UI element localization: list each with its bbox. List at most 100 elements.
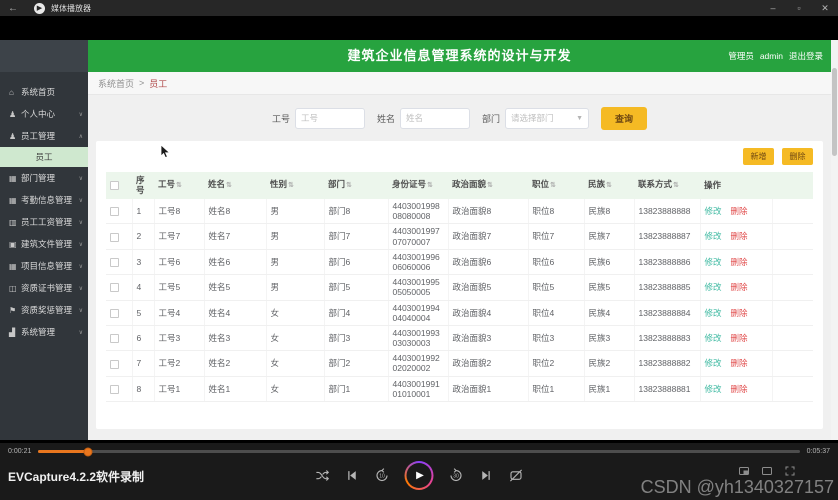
select-all-checkbox[interactable]: [110, 180, 119, 190]
row-checkbox[interactable]: [110, 359, 119, 369]
seek-bar[interactable]: [38, 447, 800, 456]
cell-gender: 男: [266, 274, 325, 301]
sidebar-item-salary-mgmt[interactable]: ▥ 员工工资管理 ∨: [0, 211, 88, 233]
sidebar-item-home[interactable]: ⌂ 系统首页: [0, 81, 88, 103]
row-checkbox[interactable]: [110, 207, 119, 217]
row-checkbox[interactable]: [110, 258, 119, 268]
sort-icon[interactable]: ⇅: [176, 182, 182, 189]
delete-button[interactable]: 删除: [782, 148, 813, 165]
name-input[interactable]: [400, 107, 470, 129]
dept-select[interactable]: 请选择部门 ▼: [505, 107, 590, 129]
row-checkbox[interactable]: [110, 232, 119, 242]
col-header-political[interactable]: 政治面貌⇅: [448, 172, 528, 199]
next-track-icon[interactable]: [479, 468, 494, 483]
empno-input[interactable]: [294, 107, 365, 129]
repeat-off-icon[interactable]: [509, 468, 524, 483]
user-icon: ♟: [9, 109, 17, 119]
sidebar-item-attendance-mgmt[interactable]: ▦ 考勤信息管理 ∨: [0, 189, 88, 211]
sort-icon[interactable]: ⇅: [226, 182, 232, 189]
sort-icon[interactable]: ⇅: [673, 182, 679, 189]
sort-icon[interactable]: ⇅: [606, 182, 612, 189]
edit-link[interactable]: 修改: [705, 231, 722, 241]
fullscreen-icon[interactable]: [784, 465, 796, 477]
cell-emp_no: 工号3: [154, 325, 205, 352]
delete-link[interactable]: 删除: [731, 358, 748, 368]
media-player-logo-icon: ▶: [34, 2, 45, 14]
cell-position: 职位6: [528, 249, 585, 276]
sidebar-item-profile[interactable]: ♟ 个人中心 ∨: [0, 103, 88, 125]
sidebar-item-reward-mgmt[interactable]: ⚑ 资质奖惩管理 ∨: [0, 299, 88, 321]
delete-link[interactable]: 删除: [731, 206, 748, 216]
col-header-emp_no[interactable]: 工号⇅: [154, 172, 204, 199]
col-header-position[interactable]: 职位⇅: [528, 172, 584, 199]
sidebar-subitem-employee[interactable]: 员工: [0, 147, 88, 167]
cell-actions: 修改 删除: [700, 376, 773, 403]
scrollbar[interactable]: [831, 40, 838, 440]
cell-ethnic: 民族2: [584, 350, 635, 377]
edit-link[interactable]: 修改: [705, 257, 722, 267]
sort-icon[interactable]: ⇅: [487, 182, 493, 189]
delete-link[interactable]: 删除: [731, 384, 748, 394]
edit-link[interactable]: 修改: [705, 384, 722, 394]
cell-ethnic: 民族3: [584, 325, 635, 352]
row-checkbox[interactable]: [110, 334, 119, 344]
col-header-id_card[interactable]: 身份证号⇅: [388, 172, 448, 199]
col-header-dept[interactable]: 部门⇅: [324, 172, 388, 199]
previous-track-icon[interactable]: [345, 468, 360, 483]
back-icon[interactable]: ←: [0, 3, 26, 14]
col-header-gender[interactable]: 性别⇅: [266, 172, 324, 199]
minimize-button[interactable]: –: [760, 0, 786, 16]
edit-link[interactable]: 修改: [705, 358, 722, 368]
delete-link[interactable]: 删除: [731, 257, 748, 267]
row-checkbox[interactable]: [110, 384, 119, 394]
query-button[interactable]: 查询: [601, 106, 648, 130]
cell-dept: 部门6: [324, 249, 389, 276]
cell-ethnic: 民族6: [584, 249, 635, 276]
col-header-name[interactable]: 姓名⇅: [204, 172, 266, 199]
col-header-ethnic[interactable]: 民族⇅: [584, 172, 634, 199]
sort-icon[interactable]: ⇅: [346, 182, 352, 189]
employee-table-header-row: 序号 工号⇅ 姓名⇅ 性别⇅ 部门⇅ 身份证号⇅ 政治面貌⇅ 职位⇅ 民族⇅ 联系方式⇅ 操作: [106, 172, 813, 199]
forward-30-icon[interactable]: 30: [449, 468, 464, 483]
play-button[interactable]: ▶: [404, 461, 434, 490]
miniplayer-icon[interactable]: [738, 465, 750, 477]
sidebar-item-employee-mgmt[interactable]: ♟ 员工管理 ∧: [0, 125, 88, 147]
cell-political: 政治面貌8: [448, 199, 529, 225]
rewind-10-icon[interactable]: 10: [375, 468, 390, 483]
breadcrumb-root[interactable]: 系统首页: [98, 77, 134, 90]
edit-link[interactable]: 修改: [705, 206, 722, 216]
delete-link[interactable]: 删除: [731, 282, 748, 292]
sort-icon[interactable]: ⇅: [550, 182, 556, 189]
delete-link[interactable]: 删除: [731, 308, 748, 318]
table-row: 8 工号1 姓名1 女部门1 440300199101010001 政治面貌1 职位1 民族1…: [106, 376, 813, 403]
col-header-phone[interactable]: 联系方式⇅: [634, 172, 700, 199]
cast-icon[interactable]: [761, 465, 773, 477]
maximize-button[interactable]: ▫: [786, 0, 812, 16]
shuffle-icon[interactable]: [315, 468, 330, 483]
sidebar-item-certificate-mgmt[interactable]: ◫ 资质证书管理 ∨: [0, 277, 88, 299]
delete-link[interactable]: 删除: [731, 231, 748, 241]
sidebar-item-department-mgmt[interactable]: ▦ 部门管理 ∨: [0, 167, 88, 189]
close-button[interactable]: ✕: [812, 0, 838, 16]
cell-political: 政治面貌4: [448, 300, 529, 326]
sidebar-item-project-mgmt[interactable]: ▦ 项目信息管理 ∨: [0, 255, 88, 277]
edit-link[interactable]: 修改: [705, 333, 722, 343]
sort-icon[interactable]: ⇅: [427, 182, 433, 189]
current-time: 0:00:21: [8, 448, 32, 455]
seek-handle[interactable]: [83, 447, 93, 456]
delete-link[interactable]: 删除: [731, 333, 748, 343]
cell-phone: 13823888881: [634, 376, 701, 403]
sidebar-item-document-mgmt[interactable]: ▣ 建筑文件管理 ∨: [0, 233, 88, 255]
sidebar-item-system-mgmt[interactable]: ▟ 系统管理 ∨: [0, 321, 88, 343]
sort-icon[interactable]: ⇅: [288, 182, 294, 189]
scrollbar-thumb[interactable]: [832, 68, 837, 156]
edit-link[interactable]: 修改: [705, 282, 722, 292]
row-checkbox[interactable]: [110, 308, 119, 318]
cell-actions: 修改 删除: [700, 350, 773, 377]
cell-id_card: 440300199404040004: [388, 300, 449, 326]
add-button[interactable]: 新增: [743, 148, 774, 165]
cell-phone: 13823888883: [634, 325, 701, 352]
row-checkbox[interactable]: [110, 283, 119, 293]
edit-link[interactable]: 修改: [705, 308, 722, 318]
logout-link[interactable]: 退出登录: [789, 50, 823, 62]
